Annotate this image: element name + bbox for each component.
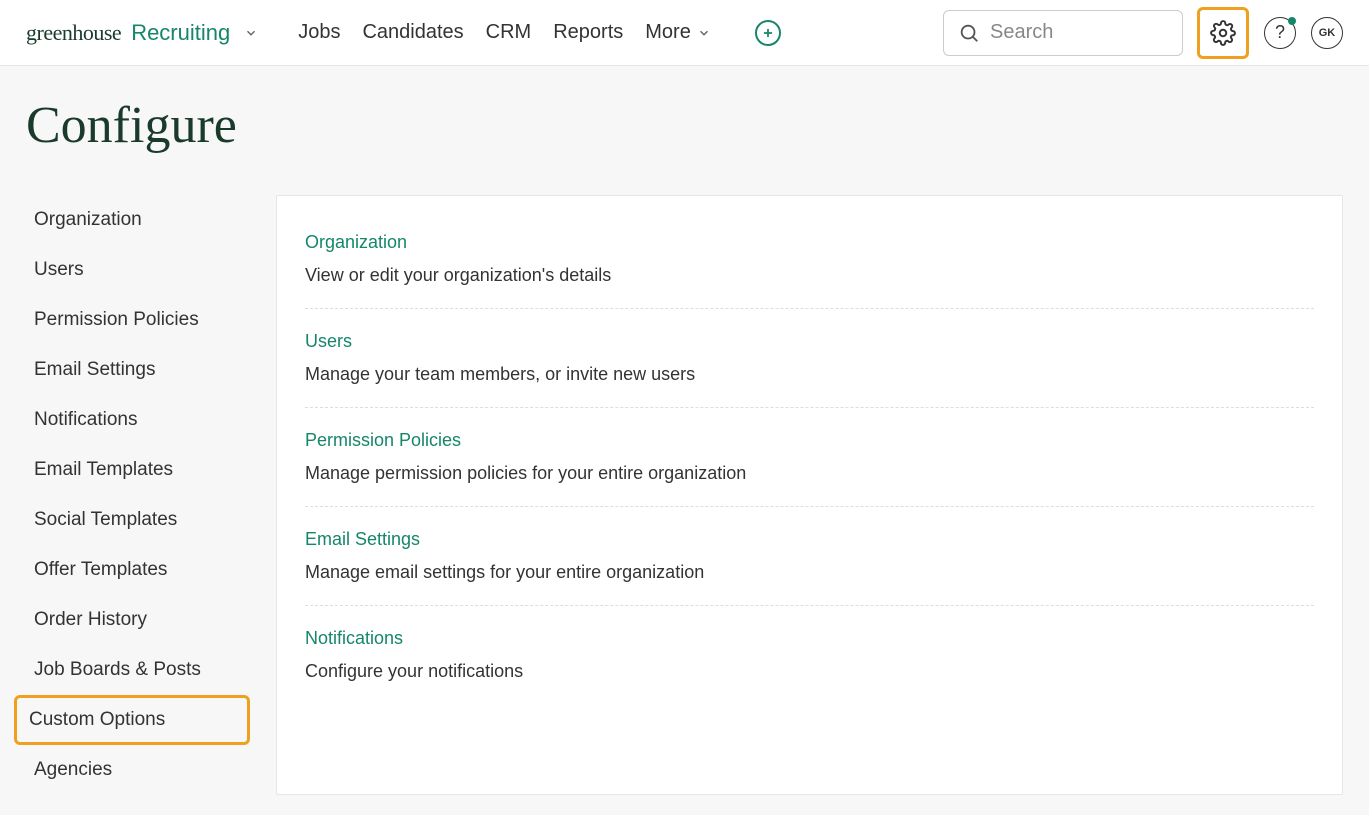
plus-icon xyxy=(761,26,775,40)
sidebar-item-offer-templates[interactable]: Offer Templates xyxy=(26,545,246,595)
sidebar-item-permission-policies[interactable]: Permission Policies xyxy=(26,295,246,345)
sidebar-item-job-boards-posts[interactable]: Job Boards & Posts xyxy=(26,645,246,695)
section-title-notifications[interactable]: Notifications xyxy=(305,628,1314,649)
topbar: greenhouse Recruiting Jobs Candidates CR… xyxy=(0,0,1369,66)
sidebar-item-organization[interactable]: Organization xyxy=(26,195,246,245)
section-title-users[interactable]: Users xyxy=(305,331,1314,352)
search-box[interactable] xyxy=(943,10,1183,56)
search-icon xyxy=(958,22,980,44)
brand-name: greenhouse xyxy=(26,20,121,46)
search-input[interactable] xyxy=(990,21,1168,44)
chevron-down-icon xyxy=(238,26,258,40)
section-permission-policies: Permission Policies Manage permission po… xyxy=(305,408,1314,507)
sidebar-item-notifications[interactable]: Notifications xyxy=(26,395,246,445)
brand-product: Recruiting xyxy=(131,20,230,46)
gear-icon xyxy=(1210,20,1236,46)
section-email-settings: Email Settings Manage email settings for… xyxy=(305,507,1314,606)
section-title-email-settings[interactable]: Email Settings xyxy=(305,529,1314,550)
nav-more[interactable]: More xyxy=(645,21,711,44)
section-title-organization[interactable]: Organization xyxy=(305,232,1314,253)
section-desc: Manage your team members, or invite new … xyxy=(305,364,1314,385)
topbar-right: ? GK xyxy=(943,7,1343,59)
sidebar-item-email-settings[interactable]: Email Settings xyxy=(26,345,246,395)
user-initials: GK xyxy=(1319,27,1336,39)
section-desc: Configure your notifications xyxy=(305,661,1314,682)
section-desc: View or edit your organization's details xyxy=(305,265,1314,286)
primary-nav: Jobs Candidates CRM Reports More xyxy=(298,20,781,46)
nav-crm[interactable]: CRM xyxy=(486,21,532,44)
configure-sidebar: Organization Users Permission Policies E… xyxy=(26,195,246,795)
question-icon: ? xyxy=(1275,22,1285,43)
settings-button[interactable] xyxy=(1206,16,1240,50)
section-organization: Organization View or edit your organizat… xyxy=(305,210,1314,309)
section-desc: Manage email settings for your entire or… xyxy=(305,562,1314,583)
sidebar-item-order-history[interactable]: Order History xyxy=(26,595,246,645)
section-users: Users Manage your team members, or invit… xyxy=(305,309,1314,408)
section-title-permission-policies[interactable]: Permission Policies xyxy=(305,430,1314,451)
sidebar-item-agencies[interactable]: Agencies xyxy=(26,745,246,795)
section-notifications: Notifications Configure your notificatio… xyxy=(305,606,1314,704)
page-title: Configure xyxy=(0,66,1369,195)
notification-dot xyxy=(1288,17,1296,25)
help-button[interactable]: ? xyxy=(1263,16,1297,50)
chevron-down-icon xyxy=(697,26,711,40)
nav-candidates[interactable]: Candidates xyxy=(362,21,463,44)
nav-jobs[interactable]: Jobs xyxy=(298,21,340,44)
brand-switcher[interactable]: greenhouse Recruiting xyxy=(26,20,258,46)
sidebar-item-users[interactable]: Users xyxy=(26,245,246,295)
content-area: Organization Users Permission Policies E… xyxy=(0,195,1369,795)
add-button[interactable] xyxy=(755,20,781,46)
sidebar-item-social-templates[interactable]: Social Templates xyxy=(26,495,246,545)
sidebar-item-custom-options[interactable]: Custom Options xyxy=(14,695,250,745)
main-panel: Organization View or edit your organizat… xyxy=(276,195,1343,795)
nav-reports[interactable]: Reports xyxy=(553,21,623,44)
sidebar-item-email-templates[interactable]: Email Templates xyxy=(26,445,246,495)
section-desc: Manage permission policies for your enti… xyxy=(305,463,1314,484)
nav-more-label: More xyxy=(645,21,691,44)
user-avatar[interactable]: GK xyxy=(1311,17,1343,49)
settings-button-highlight xyxy=(1197,7,1249,59)
